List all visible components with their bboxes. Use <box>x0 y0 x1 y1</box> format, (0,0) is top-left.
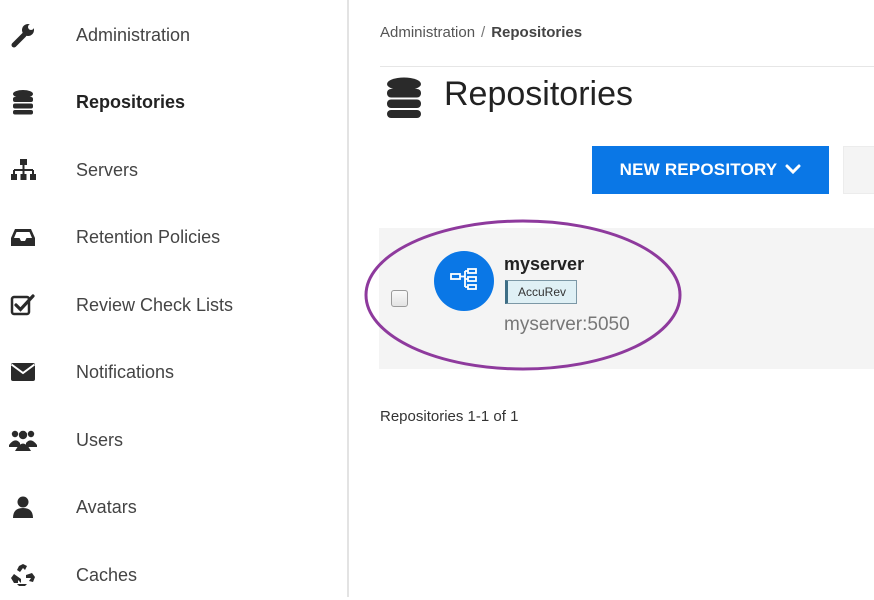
sidebar-item-label: Retention Policies <box>76 227 221 247</box>
sidebar-item-servers[interactable]: Servers <box>0 145 347 195</box>
sidebar-item-label: Review Check Lists <box>76 295 234 315</box>
breadcrumb: Administration / Repositories <box>380 24 582 41</box>
breadcrumb-link-administration[interactable]: Administration <box>380 24 475 41</box>
new-repository-label: NEW REPOSITORY <box>619 160 778 179</box>
admin-sidebar: Administration Repositories Servers Rete… <box>0 0 348 597</box>
sidebar-item-notifications[interactable]: Notifications <box>0 347 347 397</box>
repository-avatar <box>434 251 494 311</box>
sidebar-item-label: Users <box>76 430 124 450</box>
sidebar-item-label: Notifications <box>76 362 175 382</box>
inbox-icon <box>9 224 37 250</box>
recycle-icon <box>9 562 37 588</box>
sidebar-item-label: Caches <box>76 565 138 585</box>
check-square-icon <box>9 292 37 318</box>
sidebar-item-label: Avatars <box>76 497 137 517</box>
sidebar-item-label: Servers <box>76 160 139 180</box>
sidebar-item-retention-policies[interactable]: Retention Policies <box>0 212 347 262</box>
new-repository-button[interactable]: NEW REPOSITORY <box>592 146 829 194</box>
envelope-icon <box>9 359 37 385</box>
main-content: Administration / Repositories Repositories… <box>349 0 874 597</box>
header-divider <box>380 66 874 67</box>
database-icon <box>9 89 37 115</box>
sidebar-item-avatars[interactable]: Avatars <box>0 482 347 532</box>
repository-name[interactable]: myserver <box>504 254 584 275</box>
sidebar-item-repositories[interactable]: Repositories <box>0 77 347 127</box>
repository-select-checkbox[interactable] <box>391 290 408 307</box>
breadcrumb-current: Repositories <box>491 24 583 41</box>
sidebar-item-review-check-lists[interactable]: Review Check Lists <box>0 280 347 330</box>
breadcrumb-separator: / <box>481 24 486 41</box>
database-icon <box>386 77 422 119</box>
secondary-toolbar-button[interactable] <box>843 146 874 194</box>
sidebar-item-users[interactable]: Users <box>0 415 347 465</box>
pagination-summary: Repositories 1-1 of 1 <box>380 408 519 425</box>
repository-structure-icon <box>449 267 479 295</box>
sidebar-item-caches[interactable]: Caches <box>0 550 347 600</box>
repository-host: myserver:5050 <box>504 314 630 335</box>
repository-type-badge: AccuRev <box>505 280 578 304</box>
sidebar-item-label: Administration <box>76 25 191 45</box>
sidebar-item-label: Repositories <box>76 92 186 112</box>
repository-row[interactable]: myserver AccuRev myserver:5050 <box>379 228 874 369</box>
sitemap-icon <box>9 157 37 183</box>
sidebar-item-administration[interactable]: Administration <box>0 10 347 60</box>
user-icon <box>9 494 37 520</box>
chevron-down-icon <box>785 160 801 180</box>
users-icon <box>9 427 37 453</box>
page-title: Repositories <box>444 75 633 113</box>
wrench-icon <box>9 22 37 48</box>
